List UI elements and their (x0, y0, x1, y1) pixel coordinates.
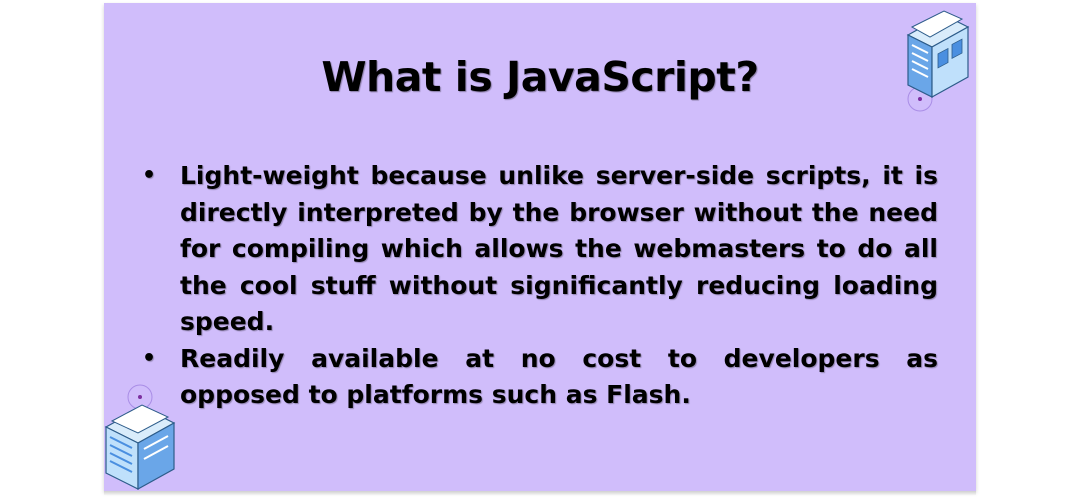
bullet-marker: • (142, 345, 157, 371)
slide-title: What is JavaScript? (321, 53, 759, 101)
list-item: • Readily available at no cost to develo… (138, 341, 938, 414)
list-item: • Light-weight because unlike server-sid… (138, 158, 938, 341)
bullet-list: • Light-weight because unlike server-sid… (138, 158, 938, 414)
server-icon (906, 10, 970, 112)
slide-shadow (104, 491, 976, 495)
slide: What is JavaScript? • Light-weight becau… (104, 3, 976, 491)
server-icon (104, 384, 176, 491)
bullet-marker: • (142, 163, 157, 188)
bullet-text: Light-weight because unlike server-side … (180, 161, 938, 336)
bullet-text: Readily available at no cost to develope… (180, 343, 938, 410)
